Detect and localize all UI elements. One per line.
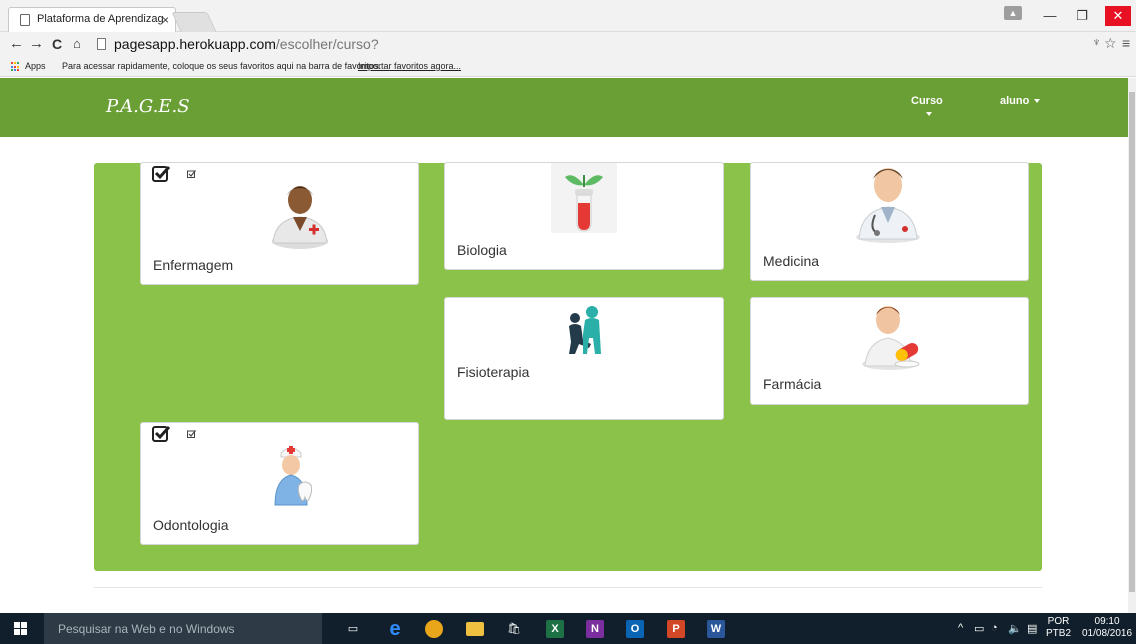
caret-down-icon[interactable] xyxy=(926,112,932,116)
search-placeholder: Pesquisar na Web e no Windows xyxy=(58,622,235,636)
tab-title: Plataforma de Aprendizag xyxy=(37,13,164,25)
notifications-icon[interactable]: ▤ xyxy=(1027,622,1037,635)
restore-icon[interactable]: ❐ xyxy=(1071,6,1093,26)
course-card-odontologia[interactable]: Odontologia xyxy=(140,422,419,545)
import-bookmarks-link[interactable]: Importar favoritos agora... xyxy=(358,61,461,71)
clock[interactable]: 09:10 01/08/2016 xyxy=(1082,616,1132,640)
menu-icon[interactable]: ≡ xyxy=(1122,35,1130,51)
browser-tab[interactable]: Plataforma de Aprendizag × xyxy=(8,7,176,32)
forward-arrow-icon[interactable]: → xyxy=(29,35,44,53)
course-card-enfermagem[interactable]: Enfermagem xyxy=(140,162,419,285)
page-icon xyxy=(20,14,30,26)
bookmarks-bar: Apps Para acessar rapidamente, coloque o… xyxy=(0,57,1136,77)
page-icon xyxy=(97,38,106,50)
address-bar[interactable]: pagesapp.herokuapp.com/escolher/curso? xyxy=(114,36,379,52)
minimize-icon[interactable]: — xyxy=(1039,6,1061,26)
battery-icon[interactable]: ▭ xyxy=(974,622,984,635)
course-title: Farmácia xyxy=(763,376,822,392)
powerpoint-icon[interactable]: P xyxy=(667,620,685,638)
pharmacist-icon xyxy=(862,306,920,370)
window-close-icon[interactable]: ✕ xyxy=(1105,6,1131,26)
wifi-icon[interactable]: ◔ xyxy=(991,622,998,634)
brand-logo[interactable]: P.A.G.E.S xyxy=(106,96,190,117)
browser-toolbar: ← → C ⌂ pagesapp.herokuapp.com/escolher/… xyxy=(0,32,1136,57)
language-indicator[interactable]: POR PTB2 xyxy=(1046,616,1071,640)
clock-date: 01/08/2016 xyxy=(1082,628,1133,639)
curso-dropdown[interactable]: Curso xyxy=(911,95,943,107)
course-title: Fisioterapia xyxy=(457,364,530,380)
star-icon[interactable]: ☆ xyxy=(1104,35,1117,52)
edge-icon[interactable]: e xyxy=(386,619,404,639)
browser-titlebar: Plataforma de Aprendizag × ▲ — ❐ ✕ xyxy=(0,0,1136,32)
outlook-icon[interactable]: O xyxy=(626,620,644,638)
bookmarks-message: Para acessar rapidamente, coloque os seu… xyxy=(62,61,382,71)
tray-chevron-icon[interactable]: ^ xyxy=(958,622,963,634)
page-content: P.A.G.E.S Curso aluno Enfermagem Biologi… xyxy=(0,78,1128,613)
store-icon[interactable]: 🛍 xyxy=(505,620,523,638)
reload-icon[interactable]: C xyxy=(52,35,62,53)
lang-top: POR xyxy=(1047,616,1070,627)
tab-close-icon[interactable]: × xyxy=(162,13,169,27)
biology-test-tube-icon xyxy=(551,163,617,233)
url-host: pagesapp.herokuapp.com xyxy=(114,36,276,52)
windows-taskbar: Pesquisar na Web e no Windows ▭ e 🛍 X N … xyxy=(0,613,1136,644)
footer-divider xyxy=(94,587,1042,588)
course-title: Odontologia xyxy=(153,517,229,533)
app-navbar: P.A.G.E.S Curso aluno xyxy=(0,78,1128,137)
scroll-thumb[interactable] xyxy=(1129,92,1135,592)
user-name: aluno xyxy=(1000,95,1030,107)
home-icon[interactable]: ⌂ xyxy=(73,35,81,53)
apps-grid-icon[interactable] xyxy=(11,62,21,72)
course-card-fisioterapia[interactable]: Fisioterapia xyxy=(444,297,724,420)
dentist-icon xyxy=(274,446,313,506)
page-scrollbar[interactable] xyxy=(1128,78,1136,613)
course-card-medicina[interactable]: Medicina xyxy=(750,162,1029,281)
url-path: /escolher/curso? xyxy=(275,36,379,52)
onenote-icon[interactable]: N xyxy=(586,620,604,638)
profile-icon[interactable]: ▲ xyxy=(1004,6,1022,20)
apps-link[interactable]: Apps xyxy=(25,61,46,71)
checked-checkbox-icon[interactable] xyxy=(152,425,171,442)
course-title: Medicina xyxy=(763,253,820,269)
volume-icon[interactable]: 🔈 xyxy=(1008,622,1022,635)
excel-icon[interactable]: X xyxy=(546,620,564,638)
task-view-icon[interactable]: ▭ xyxy=(344,620,362,638)
nurse-icon xyxy=(272,186,328,249)
course-card-farmacia[interactable]: Farmácia xyxy=(750,297,1029,405)
caret-down-icon xyxy=(1034,99,1041,104)
checked-checkbox-small-icon xyxy=(187,170,196,178)
file-explorer-icon[interactable] xyxy=(466,622,484,636)
back-arrow-icon[interactable]: ← xyxy=(9,35,24,53)
windows-start-icon[interactable] xyxy=(14,622,27,635)
lang-bottom: PTB2 xyxy=(1046,628,1072,639)
chrome-icon[interactable] xyxy=(425,620,443,638)
course-title: Enfermagem xyxy=(153,257,234,273)
extension-icon[interactable]: ♆ xyxy=(1092,35,1101,49)
course-title: Biologia xyxy=(457,242,507,258)
word-icon[interactable]: W xyxy=(707,620,725,638)
user-dropdown[interactable]: aluno xyxy=(1000,95,1041,107)
taskbar-search[interactable]: Pesquisar na Web e no Windows xyxy=(44,613,322,644)
checked-checkbox-small-icon xyxy=(187,430,196,438)
doctor-icon xyxy=(856,168,920,243)
new-tab-button[interactable] xyxy=(171,12,217,32)
checked-checkbox-icon[interactable] xyxy=(152,165,171,182)
clock-time: 09:10 xyxy=(1094,616,1120,627)
course-card-biologia[interactable]: Biologia xyxy=(444,162,724,270)
physiotherapy-icon xyxy=(569,306,601,354)
